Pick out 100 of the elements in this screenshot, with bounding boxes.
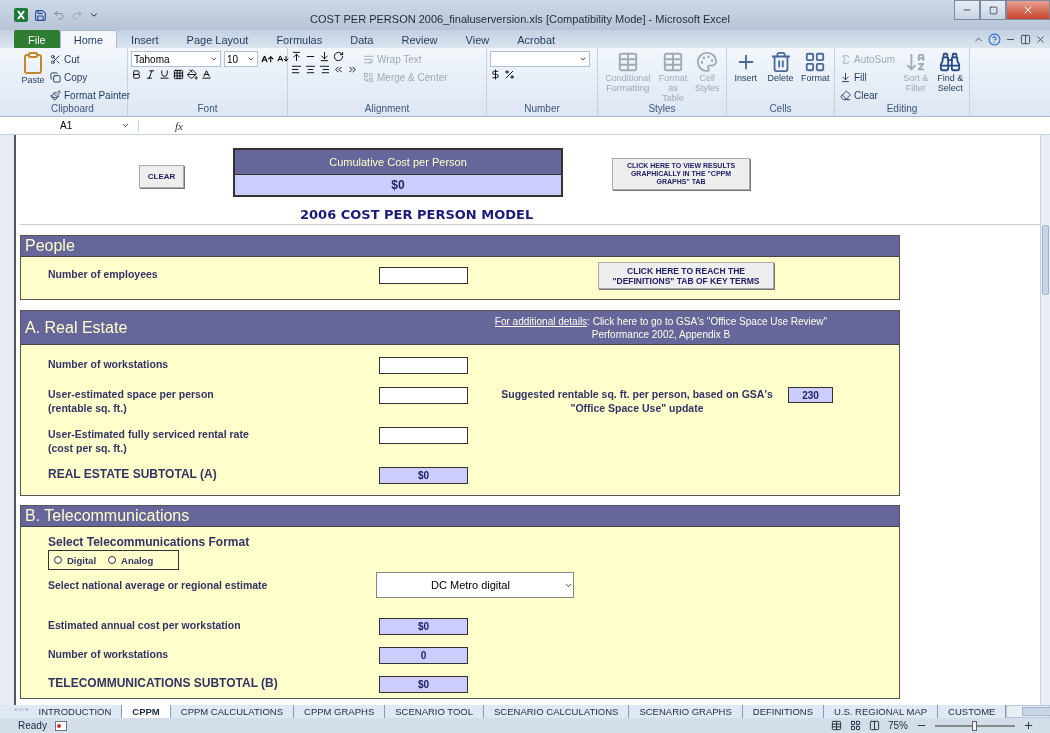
caret-icon[interactable]	[121, 121, 130, 130]
ribbon-button[interactable]: Find & Select	[934, 51, 966, 93]
restore-icon[interactable]	[1020, 34, 1031, 45]
ribbon-tab[interactable]: Page Layout	[172, 30, 263, 48]
summary-value: $0	[235, 174, 561, 195]
paintbrush-icon[interactable]	[50, 89, 61, 101]
align-right-icon[interactable]	[319, 64, 330, 75]
function-button[interactable]: fx	[138, 119, 183, 132]
page-break-icon[interactable]	[869, 720, 880, 731]
eraser-icon[interactable]	[840, 89, 851, 101]
increase-indent-icon[interactable]	[347, 64, 358, 75]
underline-icon[interactable]	[159, 69, 170, 80]
percent-icon[interactable]	[504, 69, 515, 80]
clipboard-button[interactable]: Format Painter	[48, 87, 133, 103]
input-field[interactable]	[379, 357, 468, 374]
app-logo-icon[interactable]	[14, 8, 28, 22]
section-title: B. Telecommunications	[25, 507, 190, 525]
ribbon-tab[interactable]: View	[451, 30, 504, 48]
font-size-field[interactable]: 10	[224, 51, 258, 67]
input-field[interactable]	[379, 427, 468, 444]
border-icon[interactable]	[173, 69, 184, 80]
field-label: REAL ESTATE SUBTOTAL (A)	[48, 467, 218, 481]
fill-down-icon[interactable]	[840, 71, 851, 83]
region-dropdown[interactable]: DC Metro digital	[376, 572, 574, 598]
italic-icon[interactable]	[145, 69, 156, 80]
ribbon-tab[interactable]: File	[14, 30, 60, 48]
clipboard-icon[interactable]	[21, 51, 45, 75]
field-label: Estimated annual cost per workstation	[48, 618, 242, 632]
name-box[interactable]: A1	[20, 117, 132, 134]
radio-option[interactable]: Digital	[54, 554, 97, 566]
ribbon-tab[interactable]: Data	[336, 30, 388, 48]
grid-icon[interactable]	[804, 51, 827, 73]
zoom-level: 75%	[888, 720, 908, 731]
currency-icon[interactable]	[490, 69, 501, 80]
orientation-icon[interactable]	[333, 51, 344, 62]
ribbon-button[interactable]: Format	[799, 51, 831, 83]
sheet-tab[interactable]: CPPM	[122, 705, 171, 718]
field-label: Select national average or regional estimate	[48, 578, 269, 592]
clear-button[interactable]: CLEAR	[139, 165, 184, 188]
details-note: For additional details: Click here to go to GSA's "Office Space Use Review" Performance 2002, Appendix B	[493, 314, 829, 341]
section-title: People	[25, 237, 75, 255]
definitions-button[interactable]: CLICK HERE TO REACH THE "DEFINITIONS" TAB OF KEY TERMS	[598, 262, 774, 289]
ribbon-button[interactable]: Delete	[764, 51, 797, 83]
number-format-field[interactable]	[490, 51, 590, 67]
save-icon[interactable]	[34, 8, 47, 22]
ribbon-tab[interactable]: Home	[59, 30, 118, 48]
macro-record-icon[interactable]	[54, 720, 67, 731]
field-label: TELECOMMUNICATIONS SUBTOTAL (B)	[48, 676, 279, 690]
caret-icon[interactable]	[579, 55, 587, 63]
font-color-icon[interactable]	[201, 69, 212, 80]
copy-icon[interactable]	[50, 71, 61, 83]
field-label: Number of workstations	[48, 357, 170, 371]
field-label: Number of workstations	[48, 647, 170, 661]
clipboard-button[interactable]: Copy	[48, 69, 133, 85]
ribbon-button[interactable]: Clear	[838, 87, 898, 103]
group-label: Number	[524, 103, 560, 116]
input-field[interactable]	[379, 387, 468, 404]
ribbon-tab[interactable]: Review	[387, 30, 452, 48]
ribbon-button[interactable]: Insert	[730, 51, 762, 83]
value-cell: 0	[379, 647, 468, 664]
shrink-font-icon[interactable]	[277, 53, 289, 65]
ribbon-button[interactable]: Fill	[838, 69, 898, 85]
value-cell: $0	[379, 618, 468, 635]
field-label: Select Telecommunications Format	[48, 535, 250, 549]
paste-button[interactable]: Paste	[21, 51, 45, 85]
normal-view-icon[interactable]	[831, 720, 842, 731]
group-label: Clipboard	[51, 103, 94, 116]
align-center-icon[interactable]	[305, 64, 316, 75]
align-left-icon[interactable]	[291, 64, 302, 75]
caret-icon[interactable]	[210, 55, 218, 63]
group-label: Alignment	[364, 103, 410, 116]
clipboard-button[interactable]: Cut	[48, 51, 133, 67]
ribbon-tab[interactable]: Formulas	[262, 30, 337, 48]
bottom-align-icon[interactable]	[319, 51, 330, 62]
caret-icon[interactable]	[247, 55, 255, 63]
ribbon-tab[interactable]: Acrobat	[503, 30, 570, 48]
close-icon[interactable]	[1035, 34, 1046, 45]
top-align-icon[interactable]	[291, 51, 302, 62]
maximize-button[interactable]	[980, 0, 1006, 20]
ribbon-tab[interactable]: Insert	[117, 30, 173, 48]
group-label: Cells	[769, 103, 792, 116]
minimize-button[interactable]	[954, 0, 980, 20]
group-label: Styles	[648, 103, 676, 116]
radio-option[interactable]: Analog	[108, 554, 154, 566]
zoom-in-icon[interactable]	[1023, 720, 1034, 731]
scissors-icon[interactable]	[50, 53, 61, 65]
binoculars-icon[interactable]	[939, 51, 962, 73]
page-layout-icon[interactable]	[850, 720, 861, 731]
field-label: Number of employees	[48, 267, 159, 281]
font-name-field[interactable]: Tahoma	[131, 51, 221, 67]
field-label: User-Estimated fully serviced rental rate (cost per sq. ft.)	[48, 427, 250, 455]
decrease-indent-icon[interactable]	[333, 64, 344, 75]
customize-icon[interactable]	[89, 10, 99, 20]
trash-icon[interactable]	[769, 51, 792, 73]
help-icon[interactable]	[988, 33, 1001, 46]
value-cell: $0	[379, 467, 468, 484]
input-field[interactable]	[379, 267, 468, 284]
fill-color-icon[interactable]	[187, 69, 198, 80]
bold-icon[interactable]	[131, 69, 142, 80]
value-cell: $0	[379, 676, 468, 693]
